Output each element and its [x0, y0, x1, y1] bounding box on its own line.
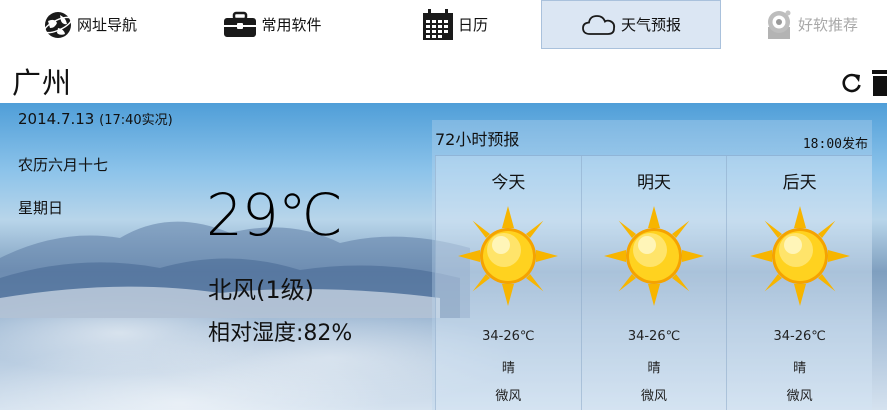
sun-icon	[456, 204, 560, 308]
nav-tab-recommended-software[interactable]: 好软推荐	[755, 0, 867, 49]
day-temperature-range: 34-26℃	[773, 329, 826, 344]
weekday: 星期日	[18, 199, 64, 217]
day-wind: 微风	[495, 389, 522, 404]
forecast-published-time: 18:00发布	[802, 137, 868, 152]
globe-icon	[43, 10, 73, 40]
title-bar: 广州	[0, 50, 887, 102]
nav-tab-label: 天气预报	[620, 16, 681, 34]
safe-icon	[764, 9, 794, 41]
day-name: 今天	[491, 173, 526, 193]
observation-time: (17:40实况)	[99, 113, 173, 128]
forecast-panel: 72小时预报 18:00发布 今天 34-26℃ 晴 微风 明天 34-26℃ …	[432, 120, 873, 410]
current-date: 2014.7.13 (17:40实况)	[18, 109, 173, 128]
day-temperature-range: 34-26℃	[482, 329, 535, 344]
city-name: 广州	[12, 66, 73, 100]
lunar-date: 农历六月十七	[18, 156, 109, 174]
day-condition: 晴	[793, 361, 807, 376]
nav-tab-calendar[interactable]: 日历	[405, 0, 505, 49]
forecast-title: 72小时预报	[435, 130, 520, 149]
weather-panel: 2014.7.13 (17:40实况) 农历六月十七 星期日 29℃ 北风(1级…	[0, 103, 887, 410]
day-condition: 晴	[647, 361, 661, 376]
day-wind: 微风	[786, 389, 813, 404]
sun-icon	[602, 204, 706, 308]
current-temperature: 29℃	[206, 181, 343, 249]
current-humidity: 相对湿度:82%	[208, 321, 353, 346]
forecast-day-after-tomorrow: 后天 34-26℃ 晴 微风	[726, 156, 873, 410]
nav-tab-label: 常用软件	[261, 16, 322, 34]
cloud-icon	[581, 13, 617, 37]
date-value: 2014.7.13	[18, 110, 95, 128]
day-temperature-range: 34-26℃	[627, 329, 681, 344]
nav-tab-label: 好软推荐	[797, 16, 858, 34]
calendar-icon	[422, 8, 454, 41]
nav-tab-url-navigation[interactable]: 网址导航	[30, 0, 150, 49]
nav-tab-weather-forecast[interactable]: 天气预报	[541, 0, 721, 49]
day-name: 明天	[637, 173, 671, 193]
forecast-day-today: 今天 34-26℃ 晴 微风	[435, 156, 581, 410]
nav-tab-label: 网址导航	[76, 16, 137, 34]
day-condition: 晴	[501, 361, 515, 376]
day-name: 后天	[782, 173, 817, 193]
current-wind: 北风(1级)	[208, 276, 314, 304]
briefcase-icon	[223, 11, 257, 39]
nav-tab-common-software[interactable]: 常用软件	[210, 0, 335, 49]
forecast-days: 今天 34-26℃ 晴 微风 明天 34-26℃ 晴 微风 后天 34-26℃ …	[435, 155, 873, 410]
day-wind: 微风	[641, 389, 668, 404]
delete-icon[interactable]	[872, 68, 887, 100]
top-nav: 网址导航 常用软件 日历 天气预报 好软推荐	[0, 0, 887, 50]
nav-tab-label: 日历	[457, 16, 488, 34]
sun-icon	[748, 204, 852, 308]
forecast-day-tomorrow: 明天 34-26℃ 晴 微风	[580, 156, 727, 410]
refresh-icon[interactable]	[841, 72, 863, 98]
